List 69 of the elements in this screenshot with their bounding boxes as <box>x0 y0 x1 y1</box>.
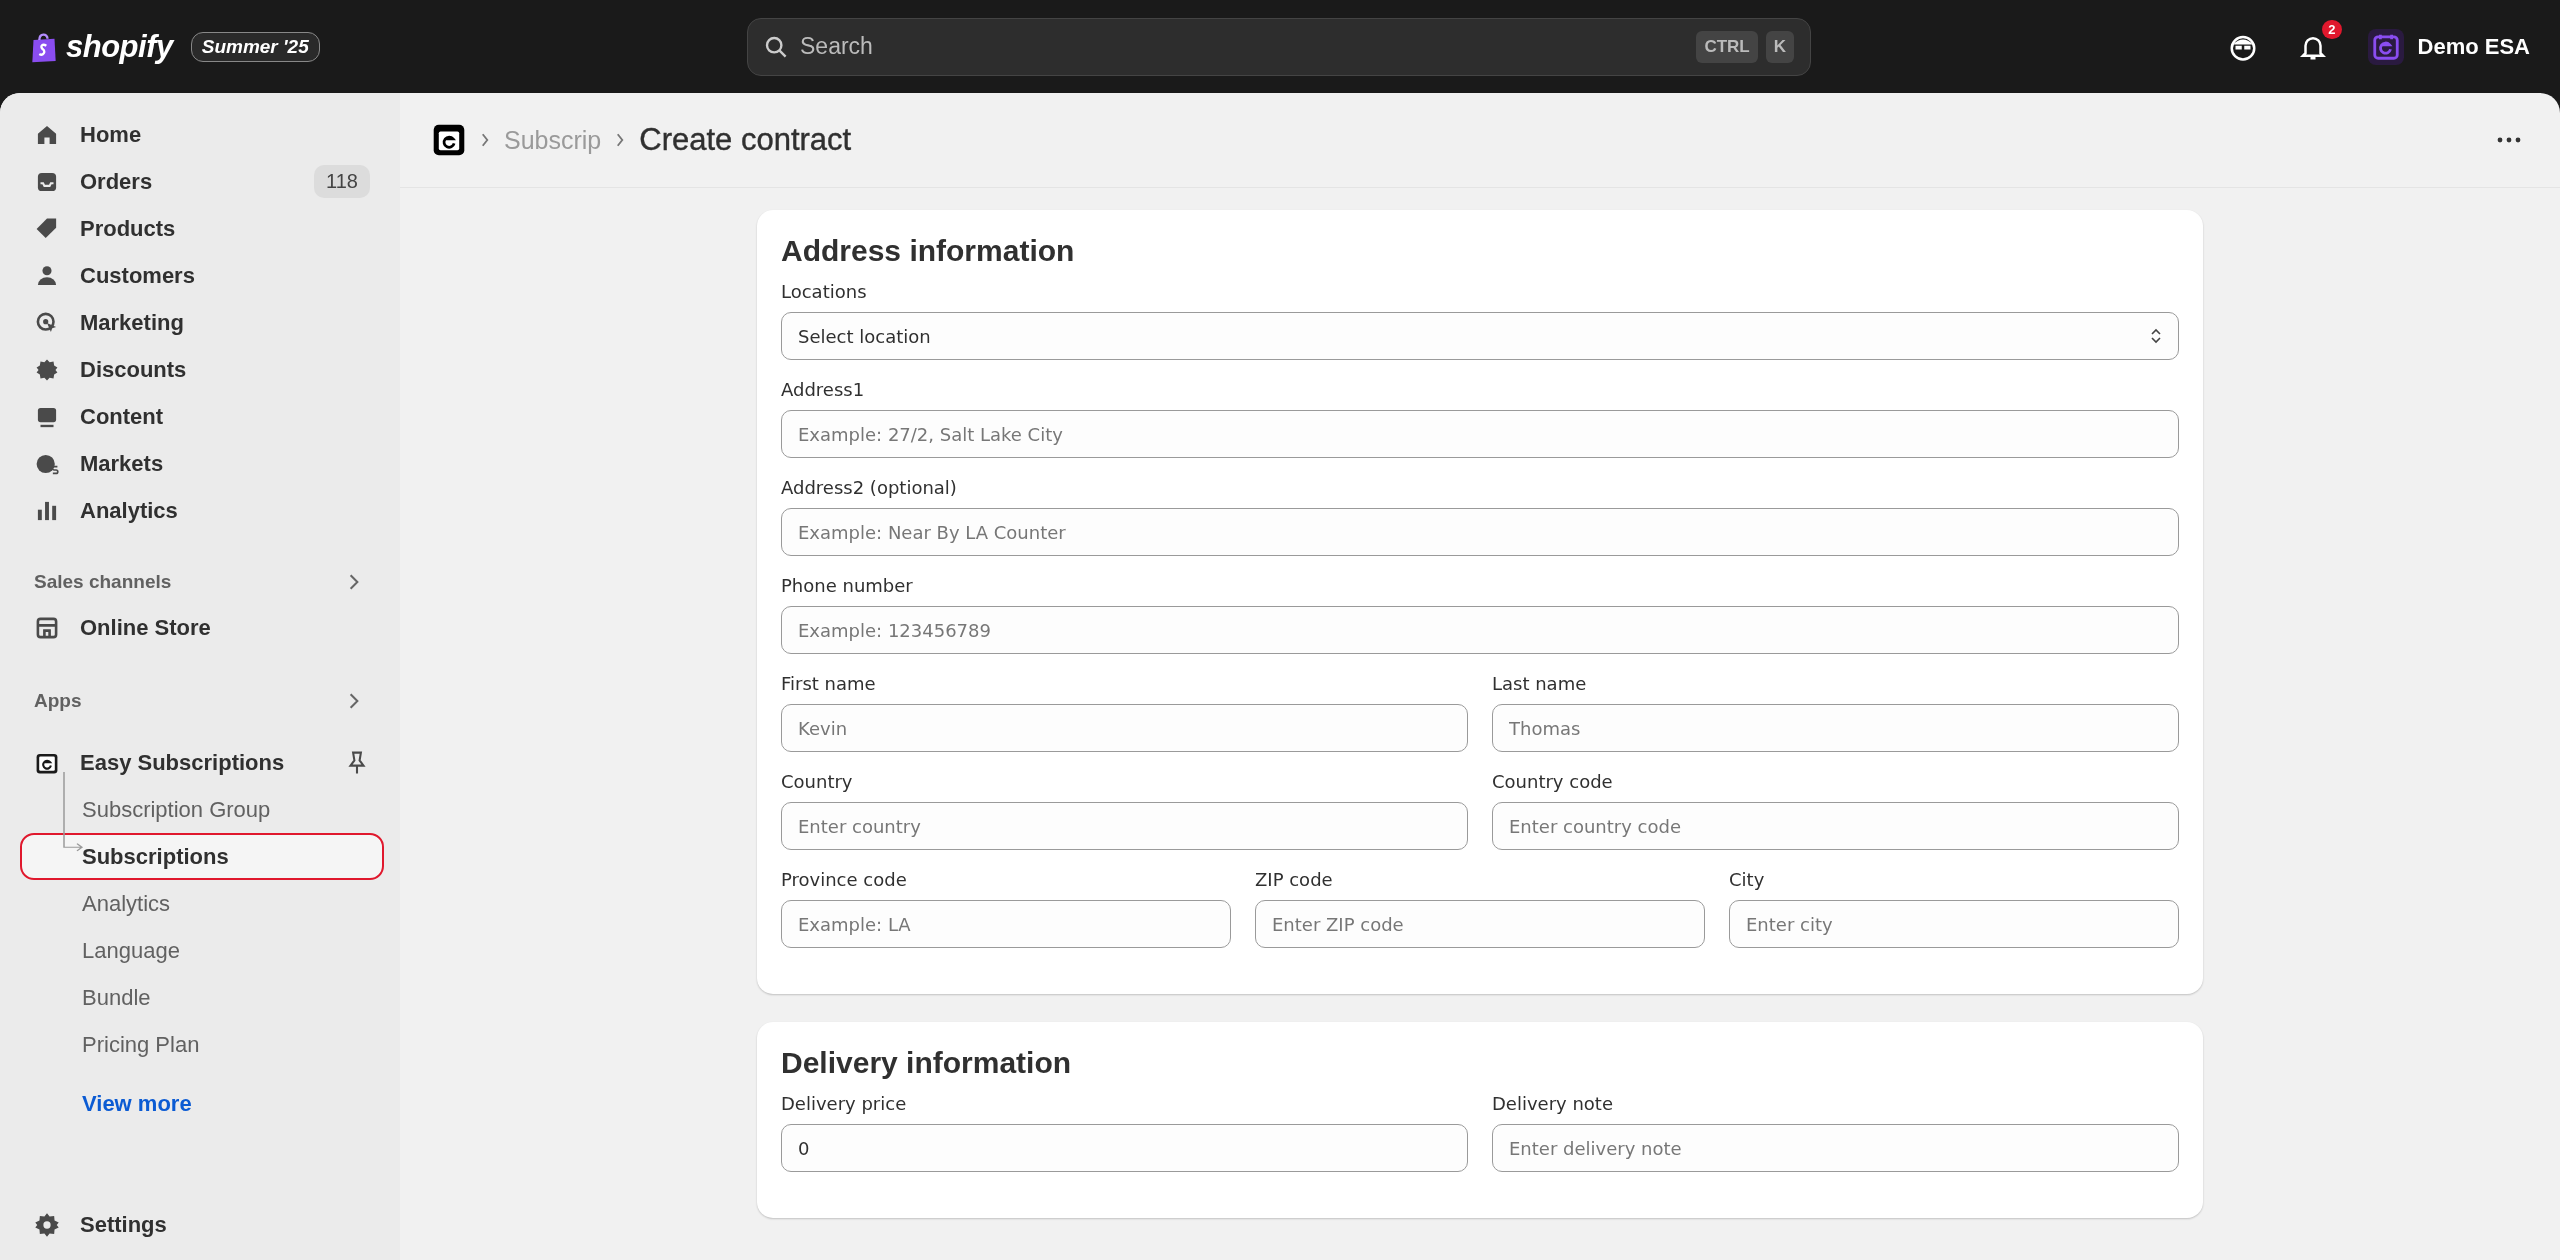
chevron-right-icon <box>615 132 626 148</box>
brand-name: shopify <box>66 28 173 65</box>
input-field[interactable]: Enter ZIP code <box>1255 900 1705 948</box>
count-badge: 118 <box>314 165 370 198</box>
field-label: Address1 <box>781 377 866 402</box>
input-field[interactable]: Thomas <box>1492 704 2179 752</box>
nav-item[interactable]: Orders 118 <box>20 158 384 205</box>
sidebar-subitem[interactable]: Analytics <box>20 880 384 927</box>
view-more-link[interactable]: View more <box>20 1082 384 1126</box>
sidebar-subitem[interactable]: Language <box>20 927 384 974</box>
sidebar-subitem[interactable]: Pricing Plan <box>20 1021 384 1068</box>
nav-item[interactable]: Content <box>20 393 384 440</box>
more-icon <box>2496 137 2522 143</box>
nav-item[interactable]: Home <box>20 111 384 158</box>
select-field[interactable]: Select location <box>781 312 2179 360</box>
section-title: Apps <box>34 690 82 712</box>
input-field[interactable]: Kevin <box>781 704 1468 752</box>
input-field[interactable]: 0 <box>781 1124 1468 1172</box>
settings-icon <box>34 1211 60 1238</box>
nav-item[interactable]: Online Store <box>20 604 384 651</box>
chevron-right-icon[interactable] <box>348 692 360 710</box>
sidebar-subitem[interactable]: Subscriptions <box>20 833 384 880</box>
input-field[interactable]: Enter country <box>781 802 1468 850</box>
chevron-right-icon[interactable] <box>348 573 360 591</box>
notification-count: 2 <box>2322 19 2342 39</box>
nav-item[interactable]: Customers <box>20 252 384 299</box>
search-input[interactable]: Search <box>798 32 1687 61</box>
calendar-logo-icon <box>2367 28 2404 65</box>
calendar-app-icon[interactable] <box>432 123 466 157</box>
field-label: First name <box>781 671 877 696</box>
settings-item[interactable]: Settings <box>20 1201 384 1248</box>
nav-item[interactable]: Easy Subscriptions <box>20 739 344 786</box>
nav-item[interactable]: Markets <box>20 440 384 487</box>
field-label: City <box>1729 867 1766 892</box>
field-label: Province code <box>781 867 908 892</box>
search-field[interactable]: Search CTRL K <box>747 17 1811 76</box>
input-field[interactable]: Example: LA <box>781 900 1231 948</box>
shortcut-key: K <box>1765 30 1794 63</box>
field-label: Address2 (optional) <box>781 475 958 500</box>
edition-badge: Summer '25 <box>190 31 320 62</box>
field-label: Country <box>781 769 854 794</box>
page-title: Create contract <box>639 122 852 158</box>
search-icon <box>764 34 788 59</box>
sidebar-subitem[interactable]: Subscription Group <box>20 786 384 833</box>
chevron-right-icon <box>480 132 490 148</box>
nav-item[interactable]: Analytics <box>20 487 384 534</box>
input-field[interactable]: Example: 27/2, Salt Lake City <box>781 410 2179 458</box>
user-menu-button[interactable]: Demo ESA <box>2367 28 2530 65</box>
sidebar-subitem[interactable]: Bundle <box>20 974 384 1021</box>
field-label: Locations <box>781 279 868 304</box>
nav-item[interactable]: Marketing <box>20 299 384 346</box>
input-field[interactable]: Example: Near By LA Counter <box>781 508 2179 556</box>
up-down-chevron-icon <box>2150 327 2162 345</box>
field-label: Delivery note <box>1492 1091 1614 1116</box>
card-title: Delivery information <box>781 1046 1073 1080</box>
section-title: Sales channels <box>34 571 172 593</box>
input-field[interactable]: Example: 123456789 <box>781 606 2179 654</box>
card-title: Address information <box>781 234 1076 268</box>
nav-item[interactable]: Discounts <box>20 346 384 393</box>
field-label: Phone number <box>781 573 914 598</box>
field-label: Delivery price <box>781 1091 908 1116</box>
field-label: Last name <box>1492 671 1588 696</box>
nav-item[interactable]: Products <box>20 205 384 252</box>
field-label: Country code <box>1492 769 1614 794</box>
input-field[interactable]: Enter country code <box>1492 802 2179 850</box>
input-field[interactable]: Enter city <box>1729 900 2179 948</box>
field-label: ZIP code <box>1255 867 1334 892</box>
input-field[interactable]: Enter delivery note <box>1492 1124 2179 1172</box>
shortcut-key: CTRL <box>1696 30 1758 63</box>
